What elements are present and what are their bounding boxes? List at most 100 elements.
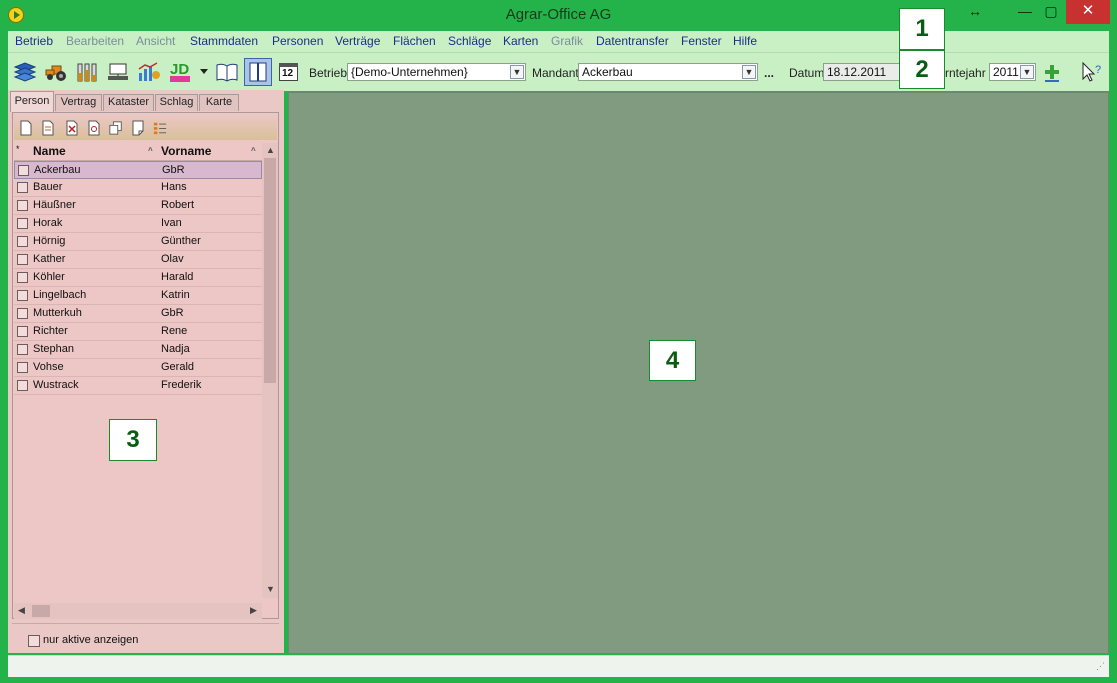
row-checkbox[interactable] — [17, 200, 28, 211]
row-checkbox[interactable] — [17, 236, 28, 247]
erntejahr-value: 2011 — [993, 65, 1019, 79]
menu-vertraege[interactable]: Verträge — [335, 34, 380, 48]
table-row[interactable]: Richter Rene — [14, 323, 262, 341]
chart-icon[interactable] — [137, 61, 161, 83]
row-checkbox[interactable] — [17, 308, 28, 319]
mandant-select[interactable]: Ackerbau ▼ — [578, 63, 758, 81]
row-checkbox[interactable] — [18, 165, 29, 176]
tab-person[interactable]: Person — [10, 91, 54, 112]
row-checkbox[interactable] — [17, 362, 28, 373]
callout-3: 3 — [109, 419, 157, 461]
menu-schlaege[interactable]: Schläge — [448, 34, 491, 48]
table-row[interactable]: Häußner Robert — [14, 197, 262, 215]
split-view-button[interactable] — [244, 58, 272, 86]
table-row[interactable]: Stephan Nadja — [14, 341, 262, 359]
table-row[interactable]: Vohse Gerald — [14, 359, 262, 377]
list-filter-icon[interactable] — [153, 120, 167, 136]
table-row[interactable]: Mutterkuh GbR — [14, 305, 262, 323]
scrollbar-thumb[interactable] — [32, 605, 50, 617]
menu-grafik[interactable]: Grafik — [551, 34, 583, 48]
scroll-right-icon[interactable]: ▶ — [250, 605, 257, 616]
erntejahr-select[interactable]: 2011 ▼ — [989, 63, 1036, 81]
active-only-label: nur aktive anzeigen — [43, 634, 139, 646]
menu-ansicht[interactable]: Ansicht — [136, 34, 175, 48]
menu-karten[interactable]: Karten — [503, 34, 538, 48]
menu-hilfe[interactable]: Hilfe — [733, 34, 757, 48]
more-button[interactable]: ... — [764, 66, 774, 80]
row-checkbox[interactable] — [17, 326, 28, 337]
betrieb-select[interactable]: {Demo-Unternehmen} ▼ — [347, 63, 526, 81]
scroll-left-icon[interactable]: ◀ — [18, 605, 25, 616]
datum-field[interactable]: 18.12.2011 — [823, 63, 901, 81]
scroll-down-icon[interactable]: ▼ — [266, 584, 275, 594]
dropdown-arrow-icon[interactable] — [198, 65, 210, 87]
close-button[interactable]: ✕ — [1066, 0, 1110, 24]
mandant-value: Ackerbau — [582, 65, 633, 79]
active-only-checkbox[interactable] — [28, 635, 40, 647]
row-checkbox[interactable] — [17, 182, 28, 193]
edit-document-icon[interactable] — [41, 120, 55, 136]
scrollbar-thumb[interactable] — [264, 158, 276, 383]
sort-up-icon[interactable]: ^ — [148, 146, 153, 155]
jd-logo-icon[interactable]: JD — [168, 61, 194, 83]
table-row[interactable]: Bauer Hans — [14, 179, 262, 197]
tractor-icon[interactable] — [44, 61, 68, 83]
menu-personen[interactable]: Personen — [272, 34, 323, 48]
callout-2: 2 — [899, 50, 945, 89]
maximize-button[interactable]: ▢ — [1034, 0, 1068, 24]
resize-grip-icon[interactable]: ⋰ — [1096, 661, 1105, 672]
menu-bearbeiten[interactable]: Bearbeiten — [66, 34, 124, 48]
silos-icon[interactable] — [75, 61, 99, 83]
table-row[interactable]: Hörnig Günther — [14, 233, 262, 251]
chevron-down-icon[interactable]: ▼ — [1020, 65, 1034, 79]
row-checkbox[interactable] — [17, 272, 28, 283]
row-checkbox[interactable] — [17, 380, 28, 391]
betrieb-label: Betrieb — [309, 66, 348, 80]
table-row[interactable]: Kather Olav — [14, 251, 262, 269]
vorname-column-header[interactable]: Vorname — [161, 144, 211, 158]
chevron-down-icon[interactable]: ▼ — [742, 65, 756, 79]
row-vorname: Harald — [161, 271, 194, 283]
calendar-icon[interactable]: 12 — [278, 61, 300, 83]
row-checkbox[interactable] — [17, 254, 28, 265]
sort-up-icon[interactable]: ^ — [251, 146, 256, 155]
table-row[interactable]: Köhler Harald — [14, 269, 262, 287]
menu-flaechen[interactable]: Flächen — [393, 34, 436, 48]
table-row[interactable]: Wustrack Frederik — [14, 377, 262, 395]
table-row[interactable]: Horak Ivan — [14, 215, 262, 233]
tab-schlag[interactable]: Schlag — [155, 94, 198, 111]
copy-document-icon[interactable] — [109, 120, 123, 136]
horizontal-scrollbar[interactable]: ◀ ▶ — [14, 603, 262, 619]
vertical-scrollbar[interactable]: ▲ ▼ — [262, 143, 278, 598]
note-icon[interactable] — [131, 120, 145, 136]
menu-datentransfer[interactable]: Datentransfer — [596, 34, 669, 48]
row-checkbox[interactable] — [17, 218, 28, 229]
scale-icon[interactable] — [106, 61, 130, 83]
new-document-icon[interactable] — [19, 120, 33, 136]
help-cursor-icon[interactable]: ? — [1080, 61, 1104, 83]
add-icon[interactable] — [1042, 61, 1062, 83]
star-column-header[interactable]: * — [16, 144, 20, 154]
table-row[interactable]: Ackerbau GbR — [14, 161, 262, 179]
tab-kataster[interactable]: Kataster — [103, 94, 154, 111]
layers-icon[interactable] — [13, 61, 37, 83]
table-row[interactable]: Lingelbach Katrin — [14, 287, 262, 305]
menu-fenster[interactable]: Fenster — [681, 34, 722, 48]
name-column-header[interactable]: Name — [33, 144, 66, 158]
menu-stammdaten[interactable]: Stammdaten — [190, 34, 258, 48]
row-checkbox[interactable] — [17, 344, 28, 355]
delete-document-icon[interactable] — [65, 120, 79, 136]
resize-icon[interactable]: ↔ — [958, 0, 992, 24]
row-name: Wustrack — [33, 379, 79, 391]
row-checkbox[interactable] — [17, 290, 28, 301]
row-vorname: Olav — [161, 253, 184, 265]
book-icon[interactable] — [215, 61, 239, 83]
tab-vertrag[interactable]: Vertrag — [55, 94, 102, 111]
chevron-down-icon[interactable]: ▼ — [510, 65, 524, 79]
scroll-up-icon[interactable]: ▲ — [266, 145, 275, 155]
document-search-icon[interactable] — [87, 120, 101, 136]
main-workspace[interactable] — [288, 92, 1109, 654]
tab-karte[interactable]: Karte — [199, 94, 239, 111]
menu-betrieb[interactable]: Betrieb — [15, 34, 53, 48]
row-vorname: Rene — [161, 325, 188, 337]
